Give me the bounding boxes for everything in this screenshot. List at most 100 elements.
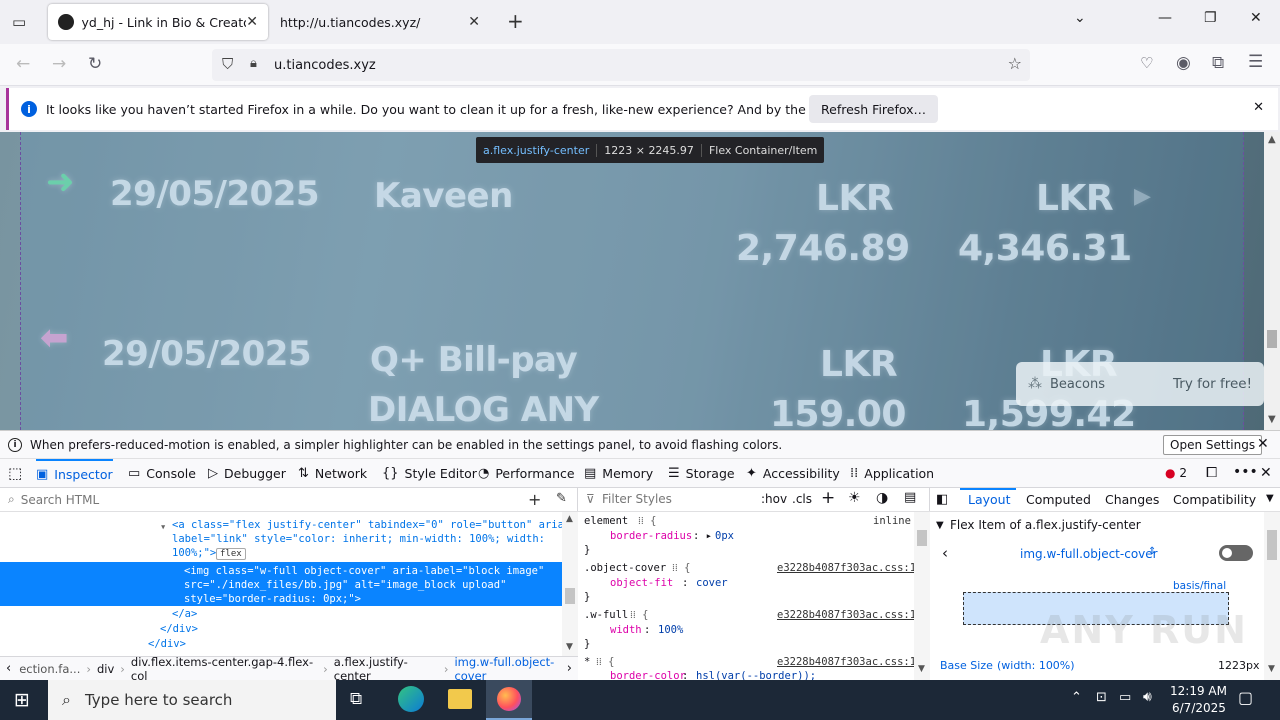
close-notice-icon[interactable]: ✕ <box>1257 436 1269 452</box>
refresh-firefox-button[interactable]: Refresh Firefox… <box>809 95 939 123</box>
back-arrow-icon[interactable]: ← <box>16 54 30 74</box>
back-chevron-icon[interactable]: ‹ <box>942 544 948 562</box>
cls-toggle[interactable]: .cls <box>792 492 812 506</box>
rule-source[interactable]: e3228b4087f303ac.css:1 <box>777 609 916 621</box>
scroll-thumb[interactable] <box>1267 330 1277 348</box>
account-icon[interactable]: ◉ <box>1176 53 1191 73</box>
rule-selector[interactable]: .object-cover <box>584 562 666 574</box>
volume-icon[interactable]: 🔊︎ <box>1143 689 1152 705</box>
pick-element-icon[interactable]: ⬚ <box>8 464 22 482</box>
tab-overview-icon[interactable]: ▭ <box>12 13 26 31</box>
tab-debugger[interactable]: ▷ Debugger <box>208 459 286 488</box>
rule-property[interactable]: object-fit <box>610 577 673 589</box>
breadcrumb-item-selected[interactable]: img.w-full.object-cover <box>454 655 578 683</box>
light-mode-icon[interactable]: ☀ <box>848 490 861 506</box>
clock-date[interactable]: 6/7/2025 <box>1172 701 1226 715</box>
breadcrumb-item[interactable]: a.flex.justify-center <box>334 655 438 683</box>
breadcrumb-item[interactable]: div <box>97 662 114 676</box>
eyedropper-icon[interactable]: ✎ <box>556 491 567 506</box>
add-rule-icon[interactable]: + <box>821 488 835 508</box>
markup-line[interactable]: </a> <box>172 608 197 620</box>
edge-icon[interactable] <box>398 686 424 712</box>
open-settings-button[interactable]: Open Settings <box>1163 435 1263 455</box>
page-scrollbar[interactable]: ▲ ▼ <box>1264 132 1280 430</box>
tab-list-chevron-icon[interactable]: ⌄ <box>1074 10 1086 26</box>
rule-value[interactable]: 100% <box>658 624 683 636</box>
rule-selector[interactable]: element <box>584 515 628 527</box>
scroll-thumb[interactable] <box>1267 530 1277 560</box>
markup-line[interactable]: <img class="w-full object-cover" aria-la… <box>184 565 544 577</box>
print-icon[interactable]: ▤ <box>904 490 916 505</box>
markup-line[interactable]: src="./index_files/bb.jpg" alt="image_bl… <box>184 579 506 591</box>
more-options-icon[interactable]: ••• <box>1233 464 1258 480</box>
rule-value[interactable]: cover <box>696 577 728 589</box>
markup-line[interactable]: 100%;"> <box>172 547 216 559</box>
url-text[interactable]: u.tiancodes.xyz <box>274 58 376 73</box>
breadcrumb-right-icon[interactable]: › <box>567 661 572 676</box>
tab-accessibility[interactable]: ✦ Accessibility <box>746 459 840 488</box>
tab-active[interactable]: yd_hj - Link in Bio & Creator To ✕ <box>48 4 268 40</box>
file-explorer-icon[interactable] <box>448 689 472 709</box>
scroll-down-icon[interactable]: ▼ <box>1268 414 1276 425</box>
tab-style-editor[interactable]: {} Style Editor <box>382 459 477 488</box>
search-html-input[interactable]: Search HTML <box>21 493 99 507</box>
rule-value[interactable]: 0px <box>715 530 734 542</box>
tab-memory[interactable]: ▤ Memory <box>584 459 653 488</box>
lock-icon[interactable]: 🔒︎ <box>250 56 257 71</box>
taskbar-search[interactable]: ⌕ Type here to search <box>48 680 336 720</box>
markup-scrollbar[interactable]: ▲ ▼ <box>562 512 578 656</box>
error-badge[interactable]: ● 2 <box>1165 466 1187 480</box>
windows-start-icon[interactable]: ⊞ <box>14 689 30 711</box>
flex-badge[interactable]: flex <box>216 548 246 560</box>
rule-selector[interactable]: * <box>584 656 590 668</box>
tray-chevron-icon[interactable]: ⌃ <box>1071 690 1082 705</box>
rules-scrollbar[interactable]: ▼ <box>914 512 930 680</box>
selected-node[interactable]: <img class="w-full object-cover" aria-la… <box>0 562 562 606</box>
rule-property[interactable]: width <box>610 624 642 636</box>
tab-network[interactable]: ⇅ Network <box>298 459 367 488</box>
rule-source[interactable]: e3228b4087f303ac.css:1 <box>777 656 916 668</box>
scroll-down-icon[interactable]: ▼ <box>1268 664 1275 674</box>
hov-toggle[interactable]: :hov <box>761 492 787 506</box>
flex-item-selector[interactable]: img.w-full.object-cover <box>1020 547 1158 561</box>
selector-dropdown-icon[interactable]: ⇕ <box>1148 546 1156 557</box>
firefox-taskbar-icon[interactable] <box>486 680 532 720</box>
tab-application[interactable]: ⁞⁞ Application <box>850 459 934 488</box>
rule-source[interactable]: e3228b4087f303ac.css:1 <box>777 562 916 574</box>
close-notification-icon[interactable]: ✕ <box>1253 100 1264 115</box>
rule-source[interactable]: inline <box>873 515 911 527</box>
shield-icon[interactable]: ⛉ <box>222 55 233 73</box>
menu-icon[interactable]: ☰ <box>1248 52 1263 72</box>
tab-compatibility[interactable]: Compatibility <box>1173 492 1256 507</box>
close-devtools-icon[interactable]: ✕ <box>1260 465 1272 481</box>
scroll-thumb[interactable] <box>565 588 575 604</box>
tab-performance[interactable]: ◔ Performance <box>478 459 575 488</box>
scroll-down-icon[interactable]: ▼ <box>566 642 573 652</box>
markup-line[interactable]: </div> <box>160 623 198 635</box>
scroll-down-icon[interactable]: ▼ <box>918 664 925 674</box>
extensions-icon[interactable]: ⧉ <box>1212 53 1224 73</box>
tab-console[interactable]: ▭ Console <box>128 459 196 488</box>
tab-changes[interactable]: Changes <box>1105 492 1159 507</box>
bookmark-star-icon[interactable]: ☆ <box>1008 54 1022 73</box>
markup-line[interactable]: </div> <box>148 638 186 650</box>
close-tab-icon[interactable]: ✕ <box>246 14 258 30</box>
new-tab-button[interactable]: + <box>507 9 524 33</box>
markup-line[interactable]: <a class="flex justify-center" tabindex=… <box>172 519 570 531</box>
scroll-up-icon[interactable]: ▲ <box>566 514 573 524</box>
toggle-sidebar-icon[interactable]: ◧ <box>936 492 948 507</box>
tab-inspector[interactable]: ▣ Inspector <box>36 459 113 488</box>
minimize-icon[interactable]: — <box>1158 10 1172 26</box>
scroll-up-icon[interactable]: ▲ <box>1268 134 1276 145</box>
tabs-overflow-icon[interactable]: ▼ <box>1266 493 1274 504</box>
tab-computed[interactable]: Computed <box>1026 492 1091 507</box>
markup-line[interactable]: label="link" style="color: inherit; min-… <box>172 533 545 545</box>
pocket-icon[interactable]: ♡ <box>1140 54 1153 72</box>
flex-item-section-title[interactable]: Flex Item of a.flex.justify-center <box>950 518 1141 532</box>
restore-icon[interactable]: ❐ <box>1204 10 1217 26</box>
dock-icon[interactable]: ⧠ <box>1206 465 1217 481</box>
rule-selector[interactable]: .w-full <box>584 609 628 621</box>
dark-mode-icon[interactable]: ◑ <box>876 490 888 506</box>
network-tray-icon[interactable]: ⊡ <box>1096 690 1107 705</box>
tab-inactive[interactable]: http://u.tiancodes.xyz/ ✕ <box>270 4 490 40</box>
